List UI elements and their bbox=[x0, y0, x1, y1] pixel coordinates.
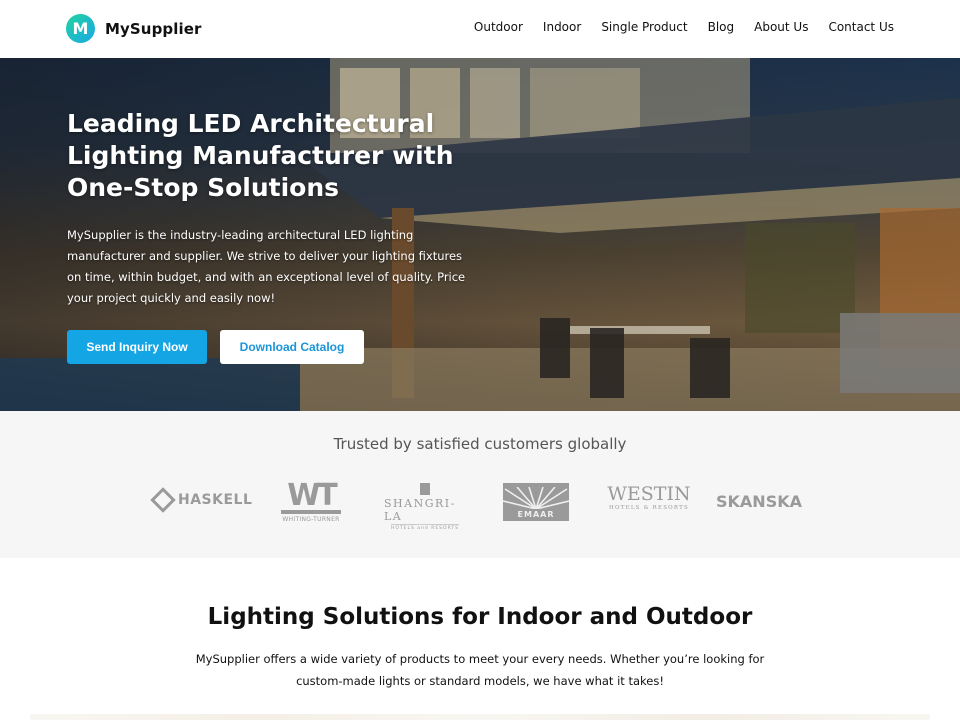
product-gallery-edge bbox=[30, 714, 930, 720]
main-nav: Outdoor Indoor Single Product Blog About… bbox=[454, 20, 894, 34]
garden-opening bbox=[745, 223, 855, 333]
house-window bbox=[530, 68, 640, 138]
emaar-name: EMAAR bbox=[517, 510, 555, 519]
nav-about-us[interactable]: About Us bbox=[754, 20, 808, 34]
logo[interactable]: M MySupplier bbox=[66, 14, 202, 43]
nav-outdoor[interactable]: Outdoor bbox=[474, 20, 523, 34]
haskell-name: HASKELL bbox=[178, 492, 253, 508]
haskell-logo: HASKELL bbox=[150, 487, 253, 513]
westin-name: WESTIN bbox=[607, 483, 691, 505]
nav-single-product[interactable]: Single Product bbox=[601, 20, 687, 34]
nav-contact-us[interactable]: Contact Us bbox=[828, 20, 894, 34]
shangri-la-sub: HOTELS and RESORTS bbox=[391, 524, 459, 531]
hero-description: MySupplier is the industry-leading archi… bbox=[67, 228, 466, 305]
hero-title: Leading LED Architectural Lighting Manuf… bbox=[67, 109, 454, 202]
haskell-diamond-icon bbox=[150, 487, 176, 513]
logo-icon: M bbox=[66, 14, 95, 43]
hero-section: Leading LED Architectural Lighting Manuf… bbox=[0, 58, 960, 411]
brand-name: MySupplier bbox=[105, 19, 202, 38]
nav-indoor[interactable]: Indoor bbox=[543, 20, 581, 34]
westin-logo: WESTIN HOTELS & RESORTS bbox=[606, 483, 692, 511]
download-catalog-button[interactable]: Download Catalog bbox=[220, 330, 364, 364]
wt-mark: WT bbox=[287, 478, 338, 513]
shangri-la-name: SHANGRI-LA bbox=[384, 497, 456, 523]
send-inquiry-button[interactable]: Send Inquiry Now bbox=[67, 330, 207, 364]
site-header: M MySupplier Outdoor Indoor Single Produ… bbox=[0, 0, 960, 58]
trusted-title: Trusted by satisfied customers globally bbox=[333, 435, 627, 453]
client-logos: HASKELL WT WHITING-TURNER SHANGRI-LA HOT… bbox=[150, 478, 810, 531]
chair bbox=[690, 338, 730, 398]
emaar-logo: EMAAR bbox=[503, 483, 569, 521]
nav-blog[interactable]: Blog bbox=[708, 20, 735, 34]
skanska-logo: SKANSKA bbox=[716, 492, 802, 511]
emaar-sunburst-icon bbox=[503, 487, 569, 509]
solutions-title: Lighting Solutions for Indoor and Outdoo… bbox=[207, 604, 753, 630]
chair bbox=[590, 328, 624, 398]
bbq-grill bbox=[840, 313, 960, 393]
wt-name: WHITING-TURNER bbox=[282, 516, 340, 523]
trusted-section: Trusted by satisfied customers globally … bbox=[0, 411, 960, 558]
solutions-description: MySupplier offers a wide variety of prod… bbox=[195, 652, 765, 688]
wt-bar bbox=[281, 510, 341, 514]
westin-sub: HOTELS & RESORTS bbox=[609, 505, 689, 511]
shangri-la-logo: SHANGRI-LA HOTELS and RESORTS bbox=[384, 483, 466, 531]
shangri-la-crest-icon bbox=[420, 483, 430, 495]
pool bbox=[0, 358, 300, 411]
whiting-turner-logo: WT WHITING-TURNER bbox=[280, 478, 342, 523]
chair bbox=[540, 318, 570, 378]
skanska-name: SKANSKA bbox=[716, 492, 802, 511]
house-window bbox=[470, 68, 520, 138]
